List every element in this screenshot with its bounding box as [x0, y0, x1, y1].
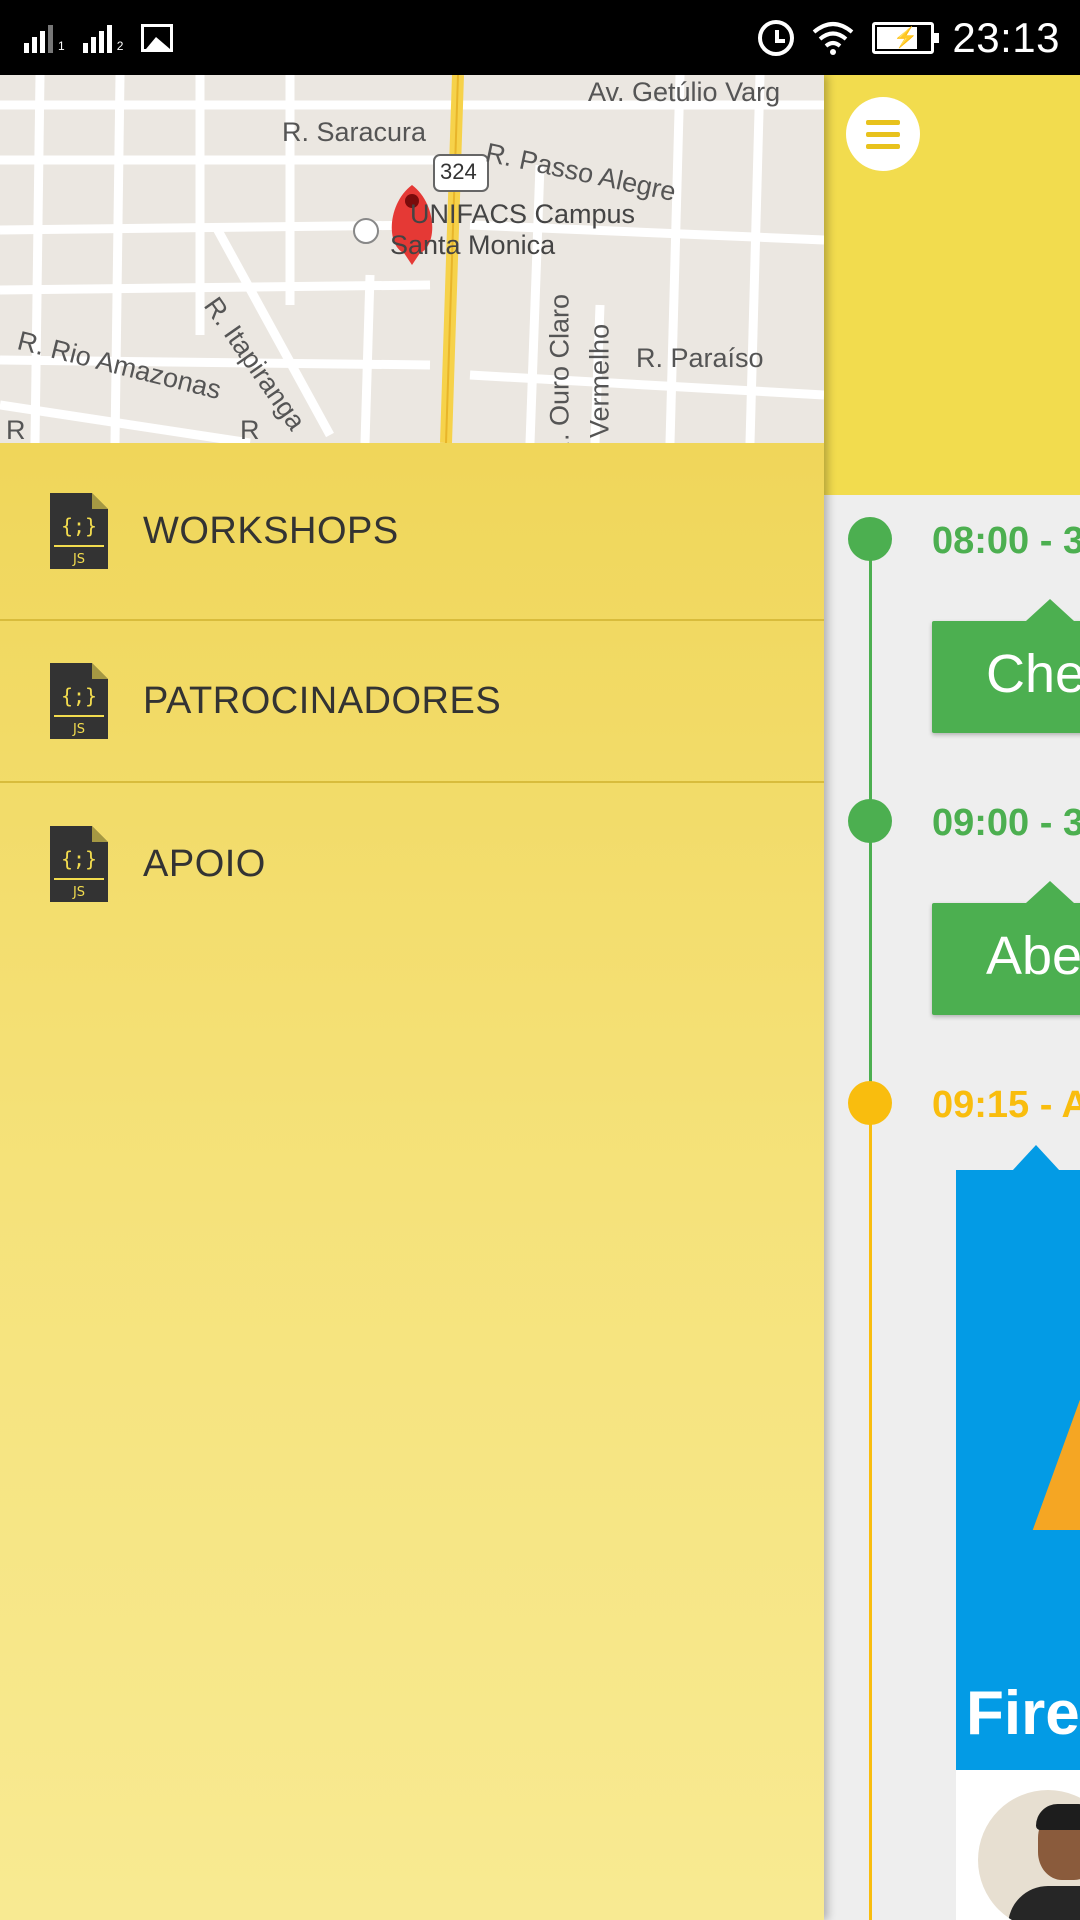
map-label: R — [6, 415, 26, 443]
status-left: 1 2 — [24, 23, 174, 53]
menu-toggle-button[interactable] — [846, 97, 920, 171]
signal-sim2-icon: 2 — [82, 23, 124, 53]
drawer-item-workshops[interactable]: {;} JS WORKSHOPS — [0, 443, 824, 621]
svg-text:{;}: {;} — [61, 514, 97, 538]
drawer-item-label: PATROCINADORES — [143, 679, 502, 722]
map-label: Santa Monica — [390, 230, 556, 260]
svg-text:JS: JS — [72, 722, 85, 737]
status-time: 23:13 — [952, 13, 1060, 61]
timeline-dot-current — [848, 1081, 892, 1125]
js-file-icon: {;} JS — [50, 826, 108, 902]
timeline-dot — [848, 799, 892, 843]
status-right: ⚡ 23:13 — [758, 14, 1060, 62]
timeline-line-upcoming — [869, 1100, 872, 1920]
schedule-screen: 08:00 - 3 Che 09:00 - 3 Abe 09:15 - A Fi… — [824, 75, 1080, 1920]
map-route-label: 324 — [440, 159, 477, 184]
event-time: 09:00 - 3 — [932, 802, 1080, 844]
signal-sim1-icon: 1 — [24, 23, 65, 53]
map-label: R. Ouro Claro — [544, 293, 575, 443]
event-time: 08:00 - 3 — [932, 520, 1080, 562]
speaker-section — [956, 1770, 1080, 1920]
map-label: R. Saracura — [282, 117, 427, 147]
wifi-icon — [813, 21, 854, 55]
featured-event-card[interactable]: Firel — [956, 1170, 1080, 1770]
featured-event-title: Firel — [966, 1679, 1080, 1748]
status-bar: 1 2 ⚡ 23:13 — [0, 0, 1080, 75]
js-file-icon: {;} JS — [50, 663, 108, 739]
svg-text:{;}: {;} — [61, 684, 97, 708]
hamburger-icon — [866, 119, 900, 125]
map-label: UNIFACS Campus — [410, 199, 636, 229]
alarm-icon — [758, 19, 795, 56]
drawer-item-label: WORKSHOPS — [143, 509, 399, 552]
svg-text:JS: JS — [72, 885, 85, 900]
svg-text:{;}: {;} — [61, 847, 97, 871]
svg-text:JS: JS — [72, 552, 85, 567]
map-label: R — [240, 415, 260, 443]
drawer-item-label: APOIO — [143, 842, 266, 885]
map-label: Av. Getúlio Varg — [588, 77, 781, 107]
sim1-label: 1 — [58, 38, 65, 53]
js-file-icon: {;} JS — [50, 493, 108, 569]
event-time: 09:15 - A — [932, 1084, 1080, 1126]
firebase-logo-icon — [1032, 1330, 1080, 1530]
navigation-drawer: Av. Getúlio Varg R. Saracura R. Passo Al… — [0, 75, 824, 1920]
card-pointer — [1012, 1145, 1060, 1171]
image-notification-icon — [141, 23, 174, 52]
timeline-dot — [848, 517, 892, 561]
drawer-item-apoio[interactable]: {;} JS APOIO — [0, 783, 824, 945]
map-label: o Vermelho — [584, 323, 615, 443]
schedule-header — [824, 75, 1080, 495]
map-label: R. Paraíso — [636, 343, 764, 373]
battery-charging-icon: ⚡ — [872, 21, 940, 54]
sim2-label: 2 — [116, 38, 124, 53]
event-card[interactable]: Che — [932, 599, 1080, 733]
event-card[interactable]: Abe — [932, 881, 1080, 1015]
speaker-avatar — [978, 1790, 1080, 1920]
venue-map[interactable]: Av. Getúlio Varg R. Saracura R. Passo Al… — [0, 75, 824, 443]
drawer-item-patrocinadores[interactable]: {;} JS PATROCINADORES — [0, 621, 824, 783]
